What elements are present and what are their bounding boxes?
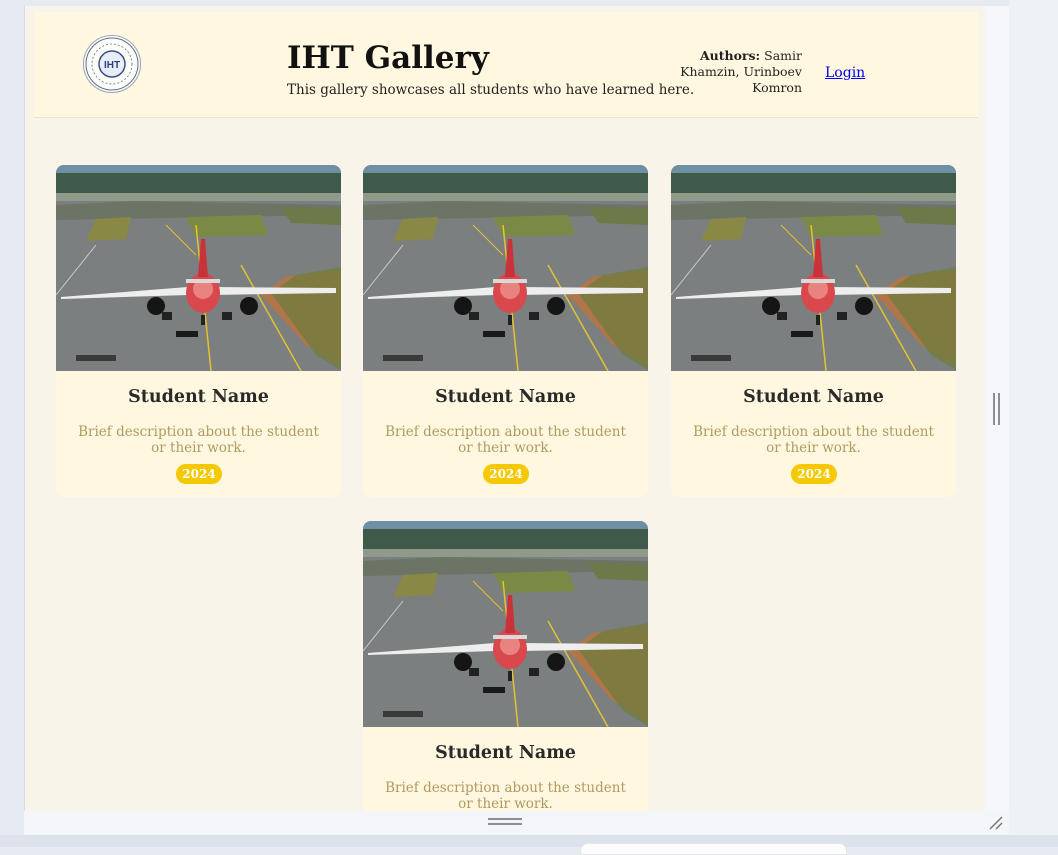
vertical-resize-handle[interactable] [993, 393, 1001, 425]
page-subtitle: This gallery showcases all students who … [287, 82, 695, 98]
student-name: Student Name [128, 387, 269, 407]
student-description: Brief description about the student or t… [78, 424, 319, 456]
bottom-panel-tab[interactable] [580, 843, 847, 855]
year-badge: 2024 [791, 464, 837, 484]
airplane-on-runway-photo [671, 165, 956, 371]
airplane-on-runway-photo [56, 165, 341, 371]
login-link[interactable]: Login [825, 65, 865, 81]
authors-label: Authors: [699, 48, 761, 63]
student-name: Student Name [435, 743, 576, 763]
window-background [1009, 0, 1058, 847]
student-card[interactable]: Student Name Brief description about the… [363, 521, 648, 811]
page-title: IHT Gallery [287, 40, 489, 76]
authors-credit: Authors: Samir Khamzin, Urinboev Komron [674, 48, 802, 96]
airplane-on-runway-photo [363, 165, 648, 371]
iht-logo-seal: IHT [83, 35, 141, 93]
student-card[interactable]: Student Name Brief description about the… [363, 165, 648, 497]
resize-grip-icon[interactable] [988, 815, 1004, 831]
student-card[interactable]: Student Name Brief description about the… [56, 165, 341, 497]
site-header: IHT IHT Gallery This gallery showcases a… [34, 12, 978, 118]
student-description: Brief description about the student or t… [693, 424, 934, 456]
airplane-on-runway-photo [363, 521, 648, 727]
taskbar-strip [0, 835, 1058, 847]
student-description: Brief description about the student or t… [385, 424, 626, 456]
student-name: Student Name [743, 387, 884, 407]
year-badge: 2024 [176, 464, 222, 484]
student-description: Brief description about the student or t… [385, 780, 626, 811]
logo-seal-icon: IHT [85, 37, 139, 91]
student-card[interactable]: Student Name Brief description about the… [671, 165, 956, 497]
year-badge: 2024 [483, 464, 529, 484]
horizontal-resize-handle[interactable] [488, 818, 522, 826]
svg-text:IHT: IHT [104, 60, 120, 71]
student-name: Student Name [435, 387, 576, 407]
browser-viewport: IHT IHT Gallery This gallery showcases a… [24, 6, 986, 811]
